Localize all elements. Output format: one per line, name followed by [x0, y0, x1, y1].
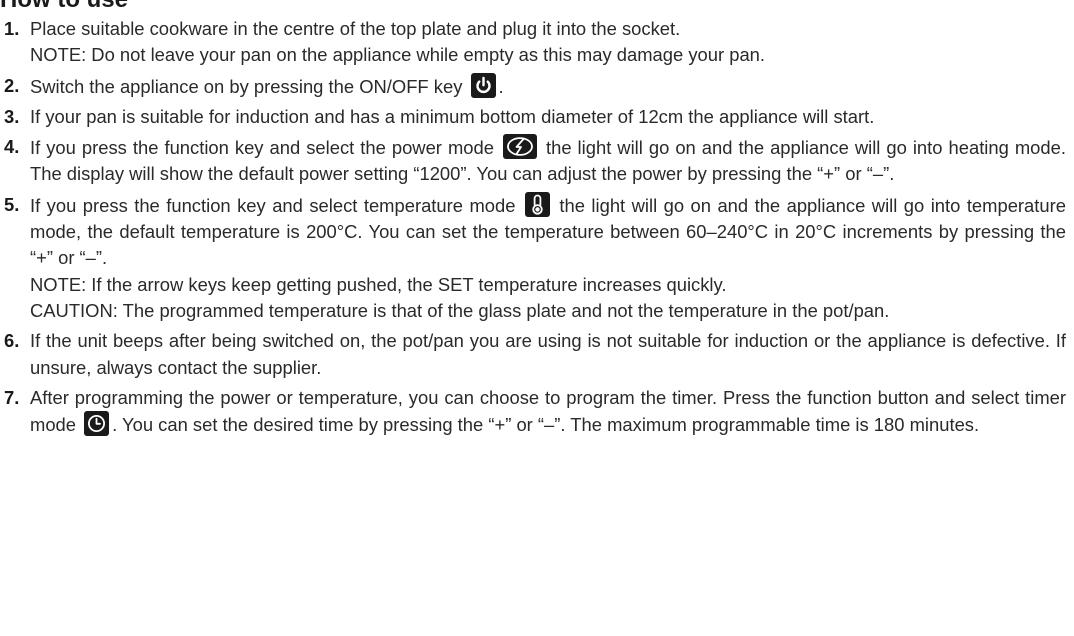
power-mode-icon	[502, 134, 537, 160]
step-number: 4.	[4, 136, 20, 158]
timer-icon	[84, 411, 110, 437]
step-note: NOTE: If the arrow keys keep getting pus…	[30, 273, 727, 295]
page-heading: How to use	[0, 0, 128, 14]
step-1: 1. Place suitable cookware in the centre…	[0, 16, 1066, 69]
instruction-list: 1. Place suitable cookware in the centre…	[0, 16, 1066, 438]
step-2: 2. Switch the appliance on by pressing t…	[0, 72, 1066, 100]
step-7: 7. After programming the power or temper…	[0, 385, 1066, 439]
step-text: If you press the function key and select…	[30, 137, 494, 159]
step-number: 6.	[4, 330, 20, 352]
step-number: 7.	[4, 386, 20, 408]
step-text: Switch the appliance on by pressing the …	[30, 75, 463, 97]
step-text-cont: . You can set the desired time by pressi…	[112, 414, 980, 436]
power-icon	[470, 72, 496, 98]
step-caution: CAUTION: The programmed temperature is t…	[30, 299, 890, 321]
step-text-end: .	[498, 75, 504, 97]
step-number: 5.	[4, 193, 20, 215]
step-text: If your pan is suitable for induction an…	[30, 105, 875, 127]
step-text: Place suitable cookware in the centre of…	[30, 18, 681, 39]
step-number: 3.	[4, 105, 20, 127]
step-number: 1.	[4, 18, 20, 39]
step-3: 3. If your pan is suitable for induction…	[0, 104, 1066, 130]
thermometer-icon	[524, 191, 550, 217]
step-6: 6. If the unit beeps after being switche…	[0, 328, 1066, 381]
step-note: NOTE: Do not leave your pan on the appli…	[30, 44, 766, 66]
step-text: If the unit beeps after being switched o…	[30, 330, 1066, 378]
step-5: 5. If you press the function key and sel…	[0, 191, 1066, 324]
step-4: 4. If you press the function key and sel…	[0, 134, 1066, 188]
step-text: If you press the function key and select…	[30, 194, 516, 216]
step-number: 2.	[4, 74, 20, 96]
